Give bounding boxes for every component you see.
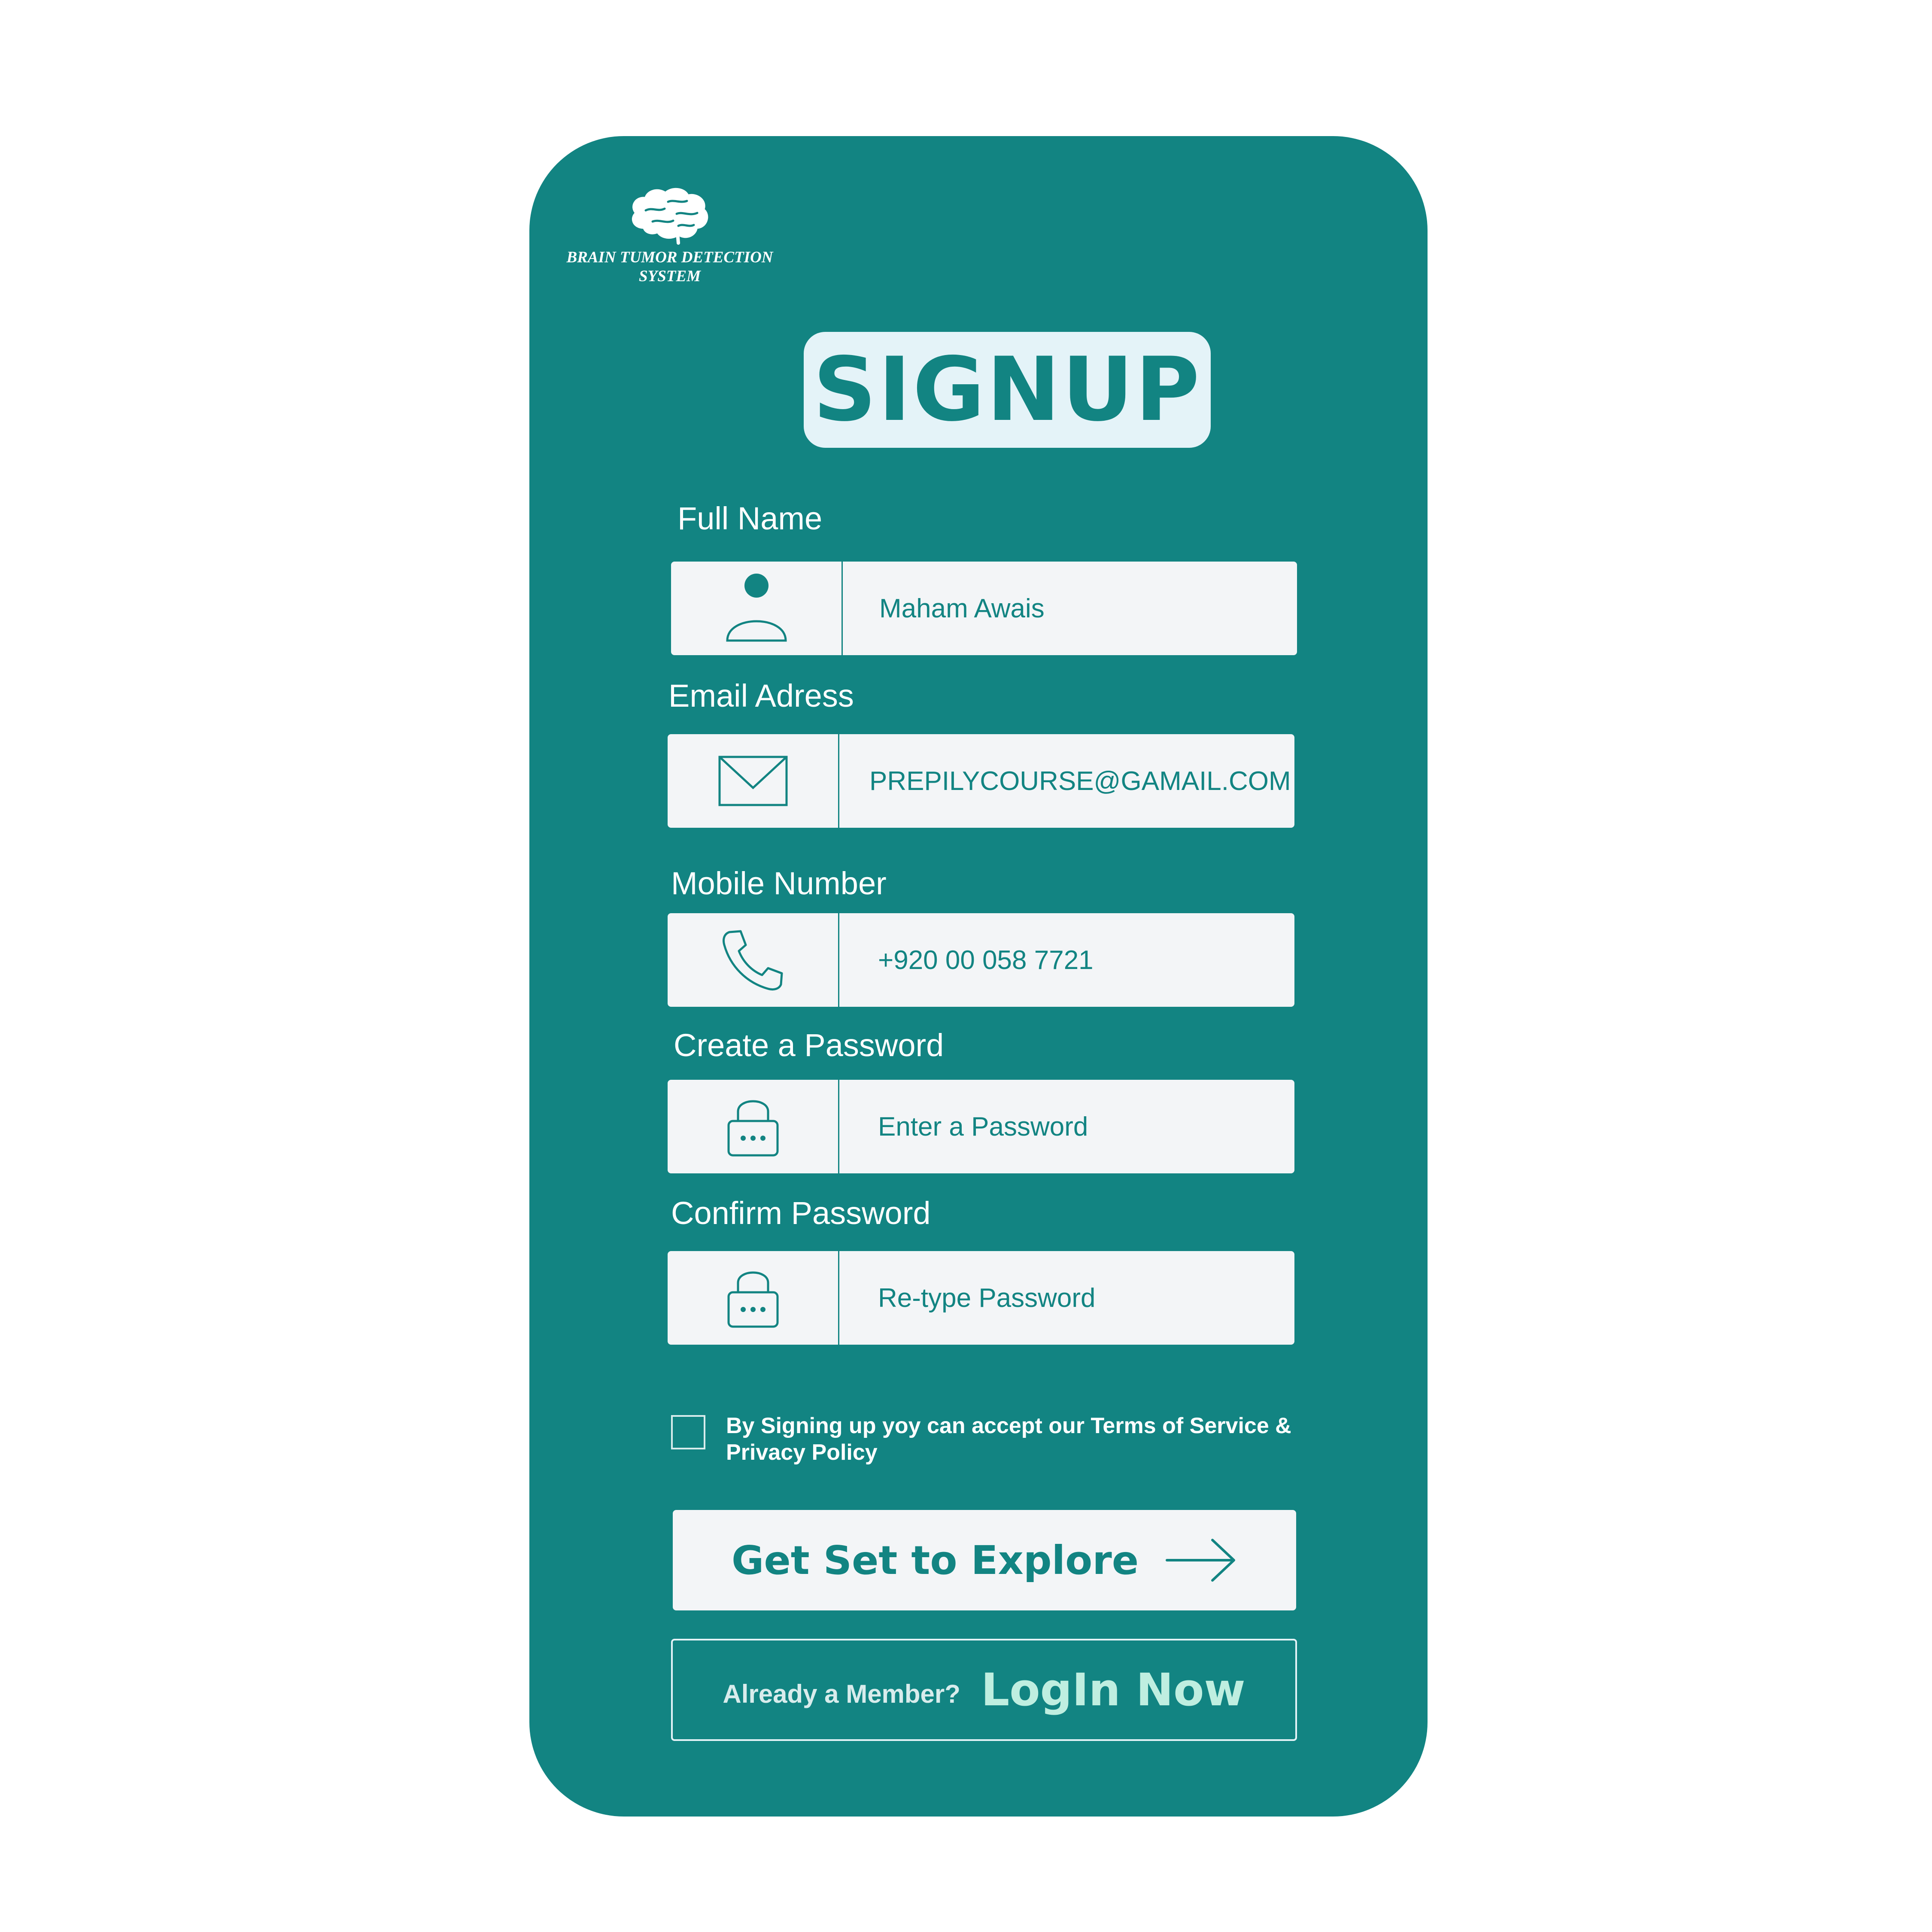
create-password-field [668,1080,1294,1173]
logo-text: BRAIN TUMOR DETECTION SYSTEM [566,249,773,285]
create-password-input[interactable] [839,1080,1290,1173]
phone-icon [722,930,783,991]
full-name-label: Full Name [677,501,823,536]
mobile-label: Mobile Number [671,866,887,901]
confirm-password-icon-cell [668,1251,839,1345]
mail-icon [718,756,787,806]
login-now-link[interactable]: LogIn Now [981,1664,1245,1716]
brain-icon [632,188,708,245]
lock-icon [727,1271,778,1328]
email-input[interactable] [839,734,1290,828]
terms-text: By Signing up yoy can accept our Terms o… [726,1413,1291,1465]
explore-button-label: Get Set to Explore [731,1537,1139,1583]
login-box: Already a Member? LogIn Now [671,1639,1297,1741]
terms-checkbox[interactable] [671,1415,705,1449]
create-password-icon-cell [668,1080,839,1173]
arrow-right-icon [1166,1539,1236,1582]
confirm-password-field [668,1251,1294,1345]
app-logo: BRAIN TUMOR DETECTION SYSTEM [558,185,781,286]
page-title: SIGNUP [804,332,1211,448]
user-icon [726,574,787,642]
email-label: Email Adress [668,678,854,714]
full-name-field [671,562,1297,655]
email-field [668,734,1294,828]
full-name-icon-cell [671,562,843,655]
confirm-password-input[interactable] [839,1251,1290,1345]
full-name-input[interactable] [843,562,1294,655]
terms-row: By Signing up yoy can accept our Terms o… [671,1413,1306,1466]
mobile-input[interactable] [839,913,1290,1007]
get-set-to-explore-button[interactable]: Get Set to Explore [673,1510,1296,1610]
create-password-label: Create a Password [674,1027,944,1063]
confirm-password-label: Confirm Password [671,1195,931,1231]
already-member-text: Already a Member? [723,1679,960,1708]
email-icon-cell [668,734,839,828]
page-title-text: SIGNUP [813,339,1202,441]
mobile-icon-cell [668,913,839,1007]
lock-icon [727,1100,778,1157]
mobile-field [668,913,1294,1007]
